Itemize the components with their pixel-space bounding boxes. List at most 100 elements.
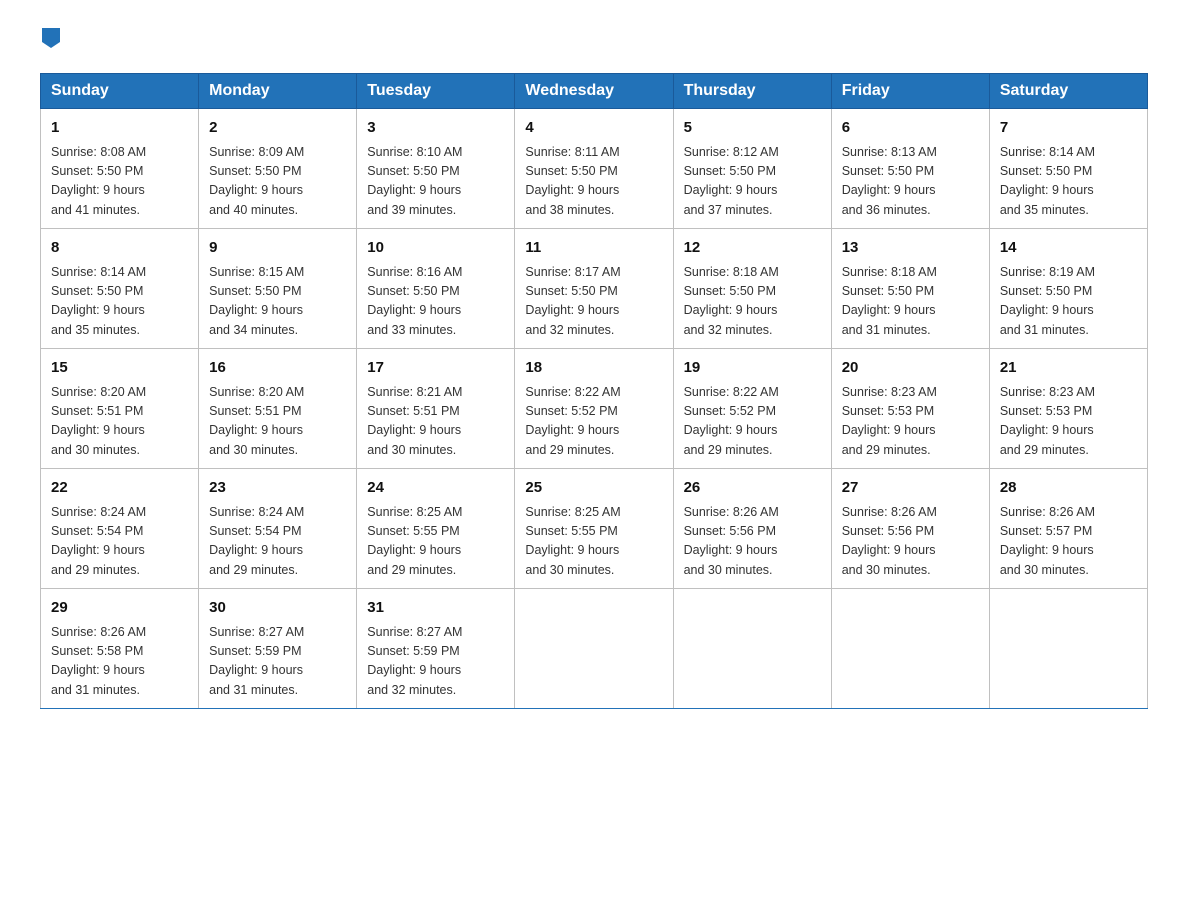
day-info: Sunrise: 8:15 AMSunset: 5:50 PMDaylight:… — [209, 265, 304, 337]
day-info: Sunrise: 8:13 AMSunset: 5:50 PMDaylight:… — [842, 145, 937, 217]
day-number: 14 — [1000, 237, 1137, 260]
day-cell: 19 Sunrise: 8:22 AMSunset: 5:52 PMDaylig… — [673, 349, 831, 469]
day-header-wednesday: Wednesday — [515, 74, 673, 109]
day-info: Sunrise: 8:20 AMSunset: 5:51 PMDaylight:… — [209, 385, 304, 457]
day-number: 1 — [51, 117, 188, 140]
day-cell — [515, 589, 673, 709]
day-number: 28 — [1000, 477, 1137, 500]
day-info: Sunrise: 8:26 AMSunset: 5:56 PMDaylight:… — [842, 505, 937, 577]
day-cell: 30 Sunrise: 8:27 AMSunset: 5:59 PMDaylig… — [199, 589, 357, 709]
day-info: Sunrise: 8:20 AMSunset: 5:51 PMDaylight:… — [51, 385, 146, 457]
logo — [40, 30, 60, 55]
day-cell: 7 Sunrise: 8:14 AMSunset: 5:50 PMDayligh… — [989, 109, 1147, 229]
day-info: Sunrise: 8:10 AMSunset: 5:50 PMDaylight:… — [367, 145, 462, 217]
day-number: 12 — [684, 237, 821, 260]
day-header-friday: Friday — [831, 74, 989, 109]
day-number: 25 — [525, 477, 662, 500]
day-cell: 29 Sunrise: 8:26 AMSunset: 5:58 PMDaylig… — [41, 589, 199, 709]
day-info: Sunrise: 8:24 AMSunset: 5:54 PMDaylight:… — [209, 505, 304, 577]
day-info: Sunrise: 8:26 AMSunset: 5:57 PMDaylight:… — [1000, 505, 1095, 577]
day-info: Sunrise: 8:23 AMSunset: 5:53 PMDaylight:… — [842, 385, 937, 457]
day-header-sunday: Sunday — [41, 74, 199, 109]
day-cell: 24 Sunrise: 8:25 AMSunset: 5:55 PMDaylig… — [357, 469, 515, 589]
day-info: Sunrise: 8:09 AMSunset: 5:50 PMDaylight:… — [209, 145, 304, 217]
day-cell: 31 Sunrise: 8:27 AMSunset: 5:59 PMDaylig… — [357, 589, 515, 709]
day-cell: 20 Sunrise: 8:23 AMSunset: 5:53 PMDaylig… — [831, 349, 989, 469]
day-info: Sunrise: 8:24 AMSunset: 5:54 PMDaylight:… — [51, 505, 146, 577]
day-cell — [831, 589, 989, 709]
day-cell: 26 Sunrise: 8:26 AMSunset: 5:56 PMDaylig… — [673, 469, 831, 589]
week-row-4: 22 Sunrise: 8:24 AMSunset: 5:54 PMDaylig… — [41, 469, 1148, 589]
day-info: Sunrise: 8:11 AMSunset: 5:50 PMDaylight:… — [525, 145, 619, 217]
day-cell: 9 Sunrise: 8:15 AMSunset: 5:50 PMDayligh… — [199, 229, 357, 349]
day-number: 4 — [525, 117, 662, 140]
day-number: 19 — [684, 357, 821, 380]
day-info: Sunrise: 8:17 AMSunset: 5:50 PMDaylight:… — [525, 265, 620, 337]
day-cell: 11 Sunrise: 8:17 AMSunset: 5:50 PMDaylig… — [515, 229, 673, 349]
week-row-1: 1 Sunrise: 8:08 AMSunset: 5:50 PMDayligh… — [41, 109, 1148, 229]
day-cell: 8 Sunrise: 8:14 AMSunset: 5:50 PMDayligh… — [41, 229, 199, 349]
day-info: Sunrise: 8:14 AMSunset: 5:50 PMDaylight:… — [1000, 145, 1095, 217]
day-info: Sunrise: 8:22 AMSunset: 5:52 PMDaylight:… — [684, 385, 779, 457]
day-cell: 23 Sunrise: 8:24 AMSunset: 5:54 PMDaylig… — [199, 469, 357, 589]
day-number: 18 — [525, 357, 662, 380]
day-info: Sunrise: 8:16 AMSunset: 5:50 PMDaylight:… — [367, 265, 462, 337]
day-number: 11 — [525, 237, 662, 260]
day-info: Sunrise: 8:12 AMSunset: 5:50 PMDaylight:… — [684, 145, 779, 217]
day-cell — [673, 589, 831, 709]
day-info: Sunrise: 8:19 AMSunset: 5:50 PMDaylight:… — [1000, 265, 1095, 337]
day-number: 27 — [842, 477, 979, 500]
day-header-monday: Monday — [199, 74, 357, 109]
day-number: 23 — [209, 477, 346, 500]
day-cell: 3 Sunrise: 8:10 AMSunset: 5:50 PMDayligh… — [357, 109, 515, 229]
day-cell: 21 Sunrise: 8:23 AMSunset: 5:53 PMDaylig… — [989, 349, 1147, 469]
day-cell — [989, 589, 1147, 709]
day-number: 20 — [842, 357, 979, 380]
day-number: 3 — [367, 117, 504, 140]
day-cell: 5 Sunrise: 8:12 AMSunset: 5:50 PMDayligh… — [673, 109, 831, 229]
day-cell: 27 Sunrise: 8:26 AMSunset: 5:56 PMDaylig… — [831, 469, 989, 589]
day-cell: 2 Sunrise: 8:09 AMSunset: 5:50 PMDayligh… — [199, 109, 357, 229]
day-info: Sunrise: 8:26 AMSunset: 5:58 PMDaylight:… — [51, 625, 146, 697]
day-header-tuesday: Tuesday — [357, 74, 515, 109]
day-number: 29 — [51, 597, 188, 620]
week-row-3: 15 Sunrise: 8:20 AMSunset: 5:51 PMDaylig… — [41, 349, 1148, 469]
day-cell: 6 Sunrise: 8:13 AMSunset: 5:50 PMDayligh… — [831, 109, 989, 229]
day-info: Sunrise: 8:14 AMSunset: 5:50 PMDaylight:… — [51, 265, 146, 337]
week-row-2: 8 Sunrise: 8:14 AMSunset: 5:50 PMDayligh… — [41, 229, 1148, 349]
day-number: 30 — [209, 597, 346, 620]
day-number: 2 — [209, 117, 346, 140]
page-header — [40, 30, 1148, 55]
day-info: Sunrise: 8:25 AMSunset: 5:55 PMDaylight:… — [367, 505, 462, 577]
day-number: 22 — [51, 477, 188, 500]
day-number: 16 — [209, 357, 346, 380]
day-number: 21 — [1000, 357, 1137, 380]
day-number: 8 — [51, 237, 188, 260]
header-row: SundayMondayTuesdayWednesdayThursdayFrid… — [41, 74, 1148, 109]
week-row-5: 29 Sunrise: 8:26 AMSunset: 5:58 PMDaylig… — [41, 589, 1148, 709]
day-cell: 12 Sunrise: 8:18 AMSunset: 5:50 PMDaylig… — [673, 229, 831, 349]
day-number: 31 — [367, 597, 504, 620]
calendar-table: SundayMondayTuesdayWednesdayThursdayFrid… — [40, 73, 1148, 709]
day-number: 26 — [684, 477, 821, 500]
day-info: Sunrise: 8:18 AMSunset: 5:50 PMDaylight:… — [684, 265, 779, 337]
day-cell: 22 Sunrise: 8:24 AMSunset: 5:54 PMDaylig… — [41, 469, 199, 589]
day-info: Sunrise: 8:25 AMSunset: 5:55 PMDaylight:… — [525, 505, 620, 577]
day-cell: 1 Sunrise: 8:08 AMSunset: 5:50 PMDayligh… — [41, 109, 199, 229]
day-number: 17 — [367, 357, 504, 380]
day-cell: 4 Sunrise: 8:11 AMSunset: 5:50 PMDayligh… — [515, 109, 673, 229]
day-info: Sunrise: 8:27 AMSunset: 5:59 PMDaylight:… — [209, 625, 304, 697]
day-info: Sunrise: 8:21 AMSunset: 5:51 PMDaylight:… — [367, 385, 462, 457]
day-cell: 17 Sunrise: 8:21 AMSunset: 5:51 PMDaylig… — [357, 349, 515, 469]
day-number: 5 — [684, 117, 821, 140]
day-number: 13 — [842, 237, 979, 260]
logo-arrow-icon — [42, 28, 60, 53]
day-info: Sunrise: 8:22 AMSunset: 5:52 PMDaylight:… — [525, 385, 620, 457]
day-cell: 14 Sunrise: 8:19 AMSunset: 5:50 PMDaylig… — [989, 229, 1147, 349]
day-header-saturday: Saturday — [989, 74, 1147, 109]
day-info: Sunrise: 8:08 AMSunset: 5:50 PMDaylight:… — [51, 145, 146, 217]
day-number: 24 — [367, 477, 504, 500]
day-cell: 15 Sunrise: 8:20 AMSunset: 5:51 PMDaylig… — [41, 349, 199, 469]
day-cell: 13 Sunrise: 8:18 AMSunset: 5:50 PMDaylig… — [831, 229, 989, 349]
day-header-thursday: Thursday — [673, 74, 831, 109]
